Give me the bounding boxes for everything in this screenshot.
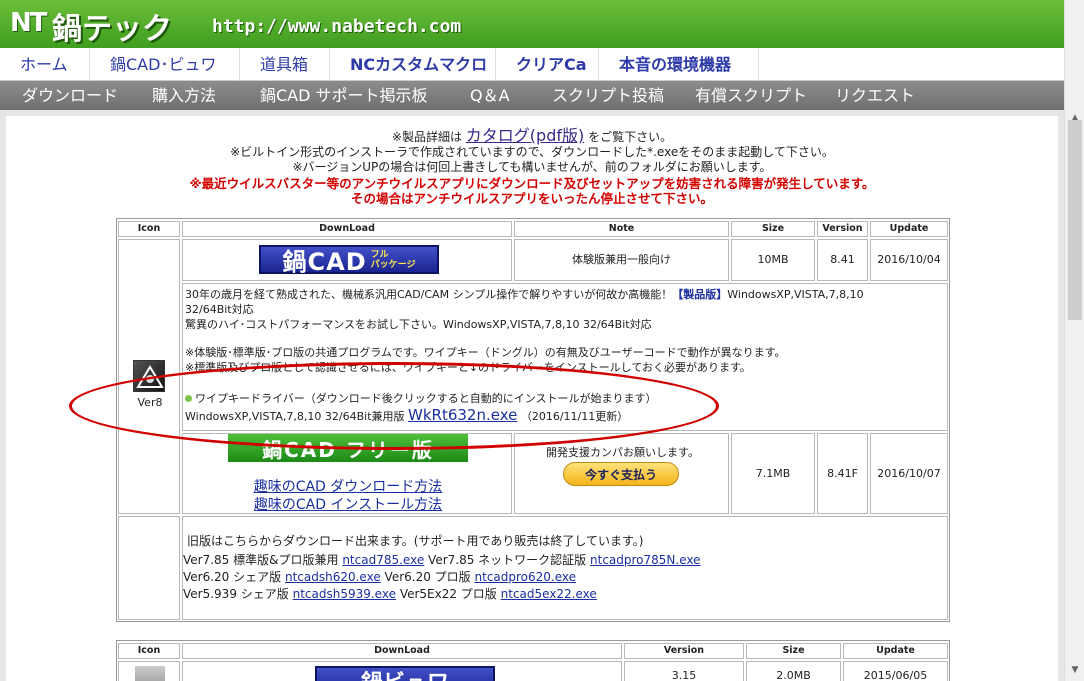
desc-line1: 30年の歳月を経て熟成された、機械系汎用CAD/CAM シンプル操作で解りやすい…	[185, 287, 945, 302]
old-r2a: Ver6.20 シェア版	[183, 570, 282, 584]
row2-update: 2016/10/07	[870, 433, 948, 514]
row1-version: 8.41	[817, 239, 868, 281]
t2-version: 3.15	[624, 661, 744, 681]
logo-mark[interactable]: NT	[10, 8, 47, 38]
old-row1: Ver7.85 標準版&プロ版兼用 ntcad785.exe Ver7.85 ネ…	[183, 553, 701, 568]
row2-note: 開発支援カンパお願いします。	[546, 446, 699, 459]
logo-text[interactable]: 鍋テック	[52, 4, 172, 48]
t2-header-icon: Icon	[118, 643, 180, 659]
desc-line1a: 30年の歳月を経て熟成された、機械系汎用CAD/CAM シンプル操作で解りやすい…	[185, 288, 673, 301]
nav-purchase[interactable]: 購入方法	[152, 81, 216, 110]
ntcad5ex22-link[interactable]: ntcad5ex22.exe	[501, 587, 597, 601]
nabecad-full-banner[interactable]: 鍋CAD フル パッケージ	[259, 245, 439, 276]
header-note: Note	[514, 221, 729, 237]
scroll-down-icon[interactable]: ▼	[1069, 664, 1081, 676]
row2-note-cell: 開発支援カンパお願いします。 今すぐ支払う	[514, 433, 729, 514]
nav-nabecad-viewer[interactable]: 鍋CAD･ビュワ	[90, 48, 240, 81]
t2-size: 2.0MB	[746, 661, 841, 681]
old-versions-cell: 旧版はこちらからダウンロード出来ます。(サポート用であり販売は終了しています。)…	[182, 516, 948, 620]
t2-header-update: Update	[843, 643, 948, 659]
row2-version: 8.41F	[817, 433, 868, 514]
hobby-install-link-wrap: 趣味のCAD インストール方法	[183, 494, 513, 514]
nav-support-board[interactable]: 鍋CAD サポート掲示板	[260, 81, 428, 110]
nav-script-post[interactable]: スクリプト投稿	[552, 81, 664, 110]
banner-sub2: パッケージ	[370, 259, 416, 270]
header-icon: Icon	[118, 221, 180, 237]
vertical-scrollbar[interactable]: ▲ ▼	[1064, 0, 1084, 681]
ntcad785-link[interactable]: ntcad785.exe	[342, 553, 424, 567]
row1-download-cell: 鍋CAD フル パッケージ	[182, 239, 512, 281]
row1-update: 2016/10/04	[870, 239, 948, 281]
nav-clearca[interactable]: クリアCa	[496, 48, 599, 81]
old-r2c: Ver6.20 プロ版	[384, 570, 471, 584]
row1-note: 体験版兼用一般向け	[514, 239, 729, 281]
old-r1a: Ver7.85 標準版&プロ版兼用	[183, 553, 339, 567]
header-size: Size	[731, 221, 815, 237]
catalog-notice-post: をご覧下さい。	[588, 130, 673, 144]
desc-line4: ※体験版･標準版･プロ版の共通プログラムです。ワイプキー（ドングル）の有無及びユ…	[185, 346, 786, 359]
nav-environment[interactable]: 本音の環境機器	[599, 48, 759, 81]
t2-header-size: Size	[746, 643, 841, 659]
nav-toolbox[interactable]: 道具箱	[240, 48, 330, 81]
ntcadpro620-link[interactable]: ntcadpro620.exe	[475, 570, 577, 584]
primary-nav: ホーム 鍋CAD･ビュワ 道具箱 NCカスタムマクロ クリアCa 本音の環境機器	[0, 48, 1064, 81]
banner-main-text: 鍋CAD	[282, 248, 367, 276]
site-url: http://www.nabetech.com	[212, 16, 462, 37]
nav-nc-macro[interactable]: NCカスタムマクロ	[330, 48, 496, 81]
secondary-nav: ダウンロード 購入方法 鍋CAD サポート掲示板 Q＆A スクリプト投稿 有償ス…	[0, 81, 1064, 110]
old-r3c: Ver5Ex22 プロ版	[399, 587, 497, 601]
antivirus-warning-2: その場合はアンチウイルスアプリをいったん停止させて下さい。	[350, 191, 713, 206]
desc-line2: 32/64Bit対応	[185, 303, 254, 316]
hobby-download-link-wrap: 趣味のCAD ダウンロード方法	[183, 476, 513, 496]
t2-header-download: DownLoad	[182, 643, 622, 659]
row1-size: 10MB	[731, 239, 815, 281]
old-r3a: Ver5.939 シェア版	[183, 587, 289, 601]
ntcadpro785n-link[interactable]: ntcadpro785N.exe	[590, 553, 701, 567]
desc-product-tag: 【製品版】	[672, 288, 728, 301]
nav-qa[interactable]: Q＆A	[470, 81, 510, 110]
row2-size: 7.1MB	[731, 433, 815, 514]
viewer-app-icon	[135, 666, 165, 681]
viewer-table: Icon DownLoad Version Size Update 鍋ビュワ 3…	[116, 640, 950, 681]
ntcadsh5939-link[interactable]: ntcadsh5939.exe	[293, 587, 396, 601]
nav-home[interactable]: ホーム	[0, 48, 90, 81]
banner-sub: フル パッケージ	[371, 250, 416, 270]
browser-viewport: NT 鍋テック http://www.nabetech.com ホーム 鍋CAD…	[0, 0, 1064, 681]
catalog-notice-pre: ※製品詳細は	[391, 130, 462, 144]
ntcadsh620-link[interactable]: ntcadsh620.exe	[285, 570, 381, 584]
t2-update: 2015/06/05	[843, 661, 948, 681]
old-row3: Ver5.939 シェア版 ntcadsh5939.exe Ver5Ex22 プ…	[183, 587, 597, 602]
pay-now-button[interactable]: 今すぐ支払う	[563, 462, 679, 486]
header-update: Update	[870, 221, 948, 237]
nav-request[interactable]: リクエスト	[835, 81, 915, 110]
banner-sub1: フル	[370, 249, 389, 260]
old-icon-cell	[118, 516, 180, 620]
old-row2: Ver6.20 シェア版 ntcadsh620.exe Ver6.20 プロ版 …	[183, 570, 576, 585]
nabe-viewer-banner[interactable]: 鍋ビュワ	[315, 666, 495, 681]
header-version: Version	[817, 221, 868, 237]
hobby-install-link[interactable]: 趣味のCAD インストール方法	[254, 497, 442, 513]
desc-line1c: WindowsXP,VISTA,7,8,10	[727, 288, 864, 301]
scroll-thumb[interactable]	[1068, 120, 1082, 320]
t2-header-version: Version	[624, 643, 744, 659]
old-intro: 旧版はこちらからダウンロード出来ます。(サポート用であり販売は終了しています。)	[187, 534, 644, 548]
header-download: DownLoad	[182, 221, 512, 237]
t2-icon-cell	[118, 661, 180, 681]
old-r1c: Ver7.85 ネットワーク認証版	[428, 553, 587, 567]
red-ellipse-annotation	[69, 362, 719, 450]
desc-line3: 驚異のハイ･コストパフォーマンスをお試し下さい。WindowsXP,VISTA,…	[185, 318, 652, 331]
nav-download[interactable]: ダウンロード	[22, 81, 118, 110]
site-header: NT 鍋テック http://www.nabetech.com	[0, 0, 1064, 48]
t2-download-cell: 鍋ビュワ	[182, 661, 622, 681]
hobby-download-link[interactable]: 趣味のCAD ダウンロード方法	[254, 479, 443, 495]
nav-paid-script[interactable]: 有償スクリプト	[695, 81, 807, 110]
